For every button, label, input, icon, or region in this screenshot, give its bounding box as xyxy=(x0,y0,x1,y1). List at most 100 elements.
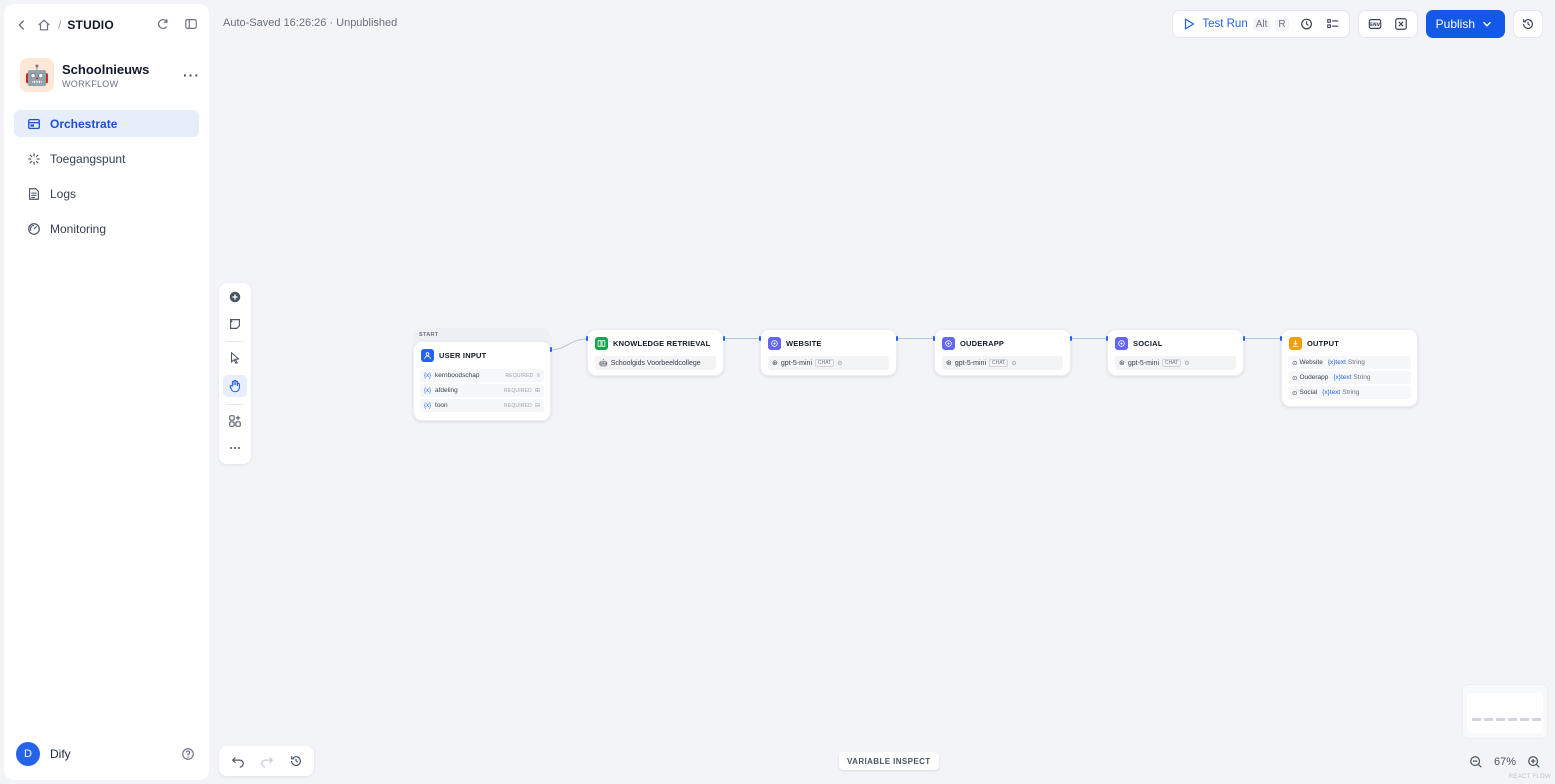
start-node-wrapper[interactable]: START USER INPUT {x} kernboodschap REQUI… xyxy=(413,328,551,421)
output-variable-row[interactable]: ⊙ Ouderapp {x}text String xyxy=(1288,371,1411,384)
input-port[interactable] xyxy=(933,336,935,341)
variable-prefix: {x} xyxy=(424,372,432,379)
avatar[interactable]: D xyxy=(16,742,40,766)
knowledge-icon xyxy=(595,337,608,350)
chevron-down-icon xyxy=(1479,16,1495,32)
zoom-out-icon[interactable] xyxy=(1468,754,1484,770)
output-type: String xyxy=(1353,374,1371,381)
checklist-icon[interactable] xyxy=(1325,16,1341,32)
canvas-toolbar xyxy=(219,283,251,464)
node-ref-icon: ⊙ xyxy=(1292,359,1298,367)
model-settings-icon: ⚙ xyxy=(1184,360,1190,367)
node-ref-icon: ⊙ xyxy=(1292,374,1298,382)
user-input-node[interactable]: USER INPUT {x} kernboodschap REQUIRED ≡ … xyxy=(413,341,551,421)
home-icon[interactable] xyxy=(36,17,52,33)
model-mode-tag: CHAT xyxy=(815,359,835,367)
refresh-icon[interactable] xyxy=(155,16,171,32)
llm-icon xyxy=(768,337,781,350)
dataset-icon: 🤖 xyxy=(599,360,608,367)
access-point-icon xyxy=(26,151,42,167)
env-icon[interactable]: ENV xyxy=(1367,16,1383,32)
edge-start-knowledge xyxy=(550,338,588,352)
history-icon xyxy=(1520,16,1536,32)
add-note-icon[interactable] xyxy=(227,316,243,332)
sidebar-item-monitoring[interactable]: Monitoring xyxy=(14,215,199,242)
input-port[interactable] xyxy=(759,336,761,341)
app-type: WORKFLOW xyxy=(62,78,119,89)
input-port[interactable] xyxy=(1280,336,1282,341)
variable-prefix: {x} xyxy=(424,402,432,409)
output-port[interactable] xyxy=(1070,336,1072,341)
react-flow-attribution: REACT FLOW xyxy=(1508,774,1551,780)
redo-icon[interactable] xyxy=(259,753,275,769)
history-check-icon[interactable] xyxy=(1299,16,1315,32)
version-history-button[interactable] xyxy=(1513,10,1543,38)
input-port[interactable] xyxy=(586,336,588,341)
model-selector: ⊛ gpt-5-mini CHAT ⚙ xyxy=(768,356,889,370)
sidebar-item-label: Toegangspunt xyxy=(50,151,126,166)
start-label: START xyxy=(419,332,439,338)
input-port[interactable] xyxy=(1106,336,1108,341)
node-title: USER INPUT xyxy=(439,351,487,360)
variable-icon[interactable] xyxy=(1393,16,1409,32)
model-name: gpt-5-mini xyxy=(954,359,986,367)
change-history-icon[interactable] xyxy=(288,753,304,769)
required-tag: REQUIRED xyxy=(505,372,534,379)
openai-icon: ⊛ xyxy=(772,360,778,367)
sidebar-item-toegangspunt[interactable]: Toegangspunt xyxy=(14,145,199,172)
model-mode-tag: CHAT xyxy=(989,359,1009,367)
website-llm-node[interactable]: WEBSITE ⊛ gpt-5-mini CHAT ⚙ xyxy=(760,329,897,376)
history-controls xyxy=(219,746,314,776)
output-variable-row[interactable]: ⊙ Social {x}text String xyxy=(1288,386,1411,399)
zoom-level[interactable]: 67% xyxy=(1494,756,1516,768)
undo-icon[interactable] xyxy=(230,753,246,769)
input-field-row[interactable]: {x} afdeling REQUIRED ⊞ xyxy=(420,384,544,397)
sidebar-item-logs[interactable]: Logs xyxy=(14,180,199,207)
breadcrumb-separator: / xyxy=(58,18,62,32)
autosave-status: Auto-Saved 16:26:26 · Unpublished xyxy=(223,17,398,29)
test-run-button[interactable]: Test Run Alt R xyxy=(1181,16,1289,32)
output-port[interactable] xyxy=(896,336,898,341)
model-name: gpt-5-mini xyxy=(1127,359,1159,367)
zoom-controls: 67% xyxy=(1462,748,1548,776)
output-port[interactable] xyxy=(723,336,725,341)
monitoring-icon xyxy=(26,221,42,237)
output-variable: {x}text xyxy=(1322,389,1341,396)
publish-label: Publish xyxy=(1435,17,1475,31)
node-title: SOCIAL xyxy=(1133,339,1163,348)
edge-website-ouderapp xyxy=(898,338,933,339)
help-icon[interactable] xyxy=(180,746,196,762)
input-field-row[interactable]: {x} kernboodschap REQUIRED ≡ xyxy=(420,369,544,382)
social-llm-node[interactable]: SOCIAL ⊛ gpt-5-mini CHAT ⚙ xyxy=(1107,329,1244,376)
svg-text:ENV: ENV xyxy=(1370,22,1381,28)
chevron-left-icon[interactable] xyxy=(14,17,30,33)
knowledge-retrieval-node[interactable]: KNOWLEDGE RETRIEVAL 🤖 Schoolgids Voorbee… xyxy=(587,329,724,376)
output-port[interactable] xyxy=(550,347,552,352)
env-group: ENV xyxy=(1357,10,1418,38)
add-node-icon[interactable] xyxy=(227,289,243,305)
more-options-icon[interactable]: ··· xyxy=(183,67,200,83)
sidebar-item-label: Monitoring xyxy=(50,221,107,236)
sidebar-collapse-icon[interactable] xyxy=(183,16,199,32)
breadcrumb-studio[interactable]: STUDIO xyxy=(67,18,114,32)
output-node[interactable]: OUTPUT ⊙ Website {x}text String ⊙ Oudera… xyxy=(1281,329,1418,407)
field-name: afdeling xyxy=(435,387,458,394)
input-field-row[interactable]: {x} toon REQUIRED ⊟ xyxy=(420,399,544,412)
zoom-in-icon[interactable] xyxy=(1526,754,1542,770)
minimap[interactable] xyxy=(1462,684,1548,739)
variable-inspect-button[interactable]: VARIABLE INSPECT xyxy=(839,752,939,770)
user-name[interactable]: Dify xyxy=(50,747,71,761)
more-tools-icon[interactable] xyxy=(227,440,243,456)
publish-button[interactable]: Publish xyxy=(1425,10,1505,38)
pointer-icon[interactable] xyxy=(227,350,243,366)
knowledge-dataset: 🤖 Schoolgids Voorbeeldcollege xyxy=(595,356,716,370)
edge-social-output xyxy=(1245,338,1280,339)
ouderapp-llm-node[interactable]: OUDERAPP ⊛ gpt-5-mini CHAT ⚙ xyxy=(934,329,1071,376)
sidebar-item-orchestrate[interactable]: Orchestrate xyxy=(14,110,199,137)
paragraph-type-icon: ≡ xyxy=(536,372,540,379)
hand-icon[interactable] xyxy=(223,375,247,397)
output-variable-row[interactable]: ⊙ Website {x}text String xyxy=(1288,356,1411,369)
output-port[interactable] xyxy=(1243,336,1245,341)
model-name: gpt-5-mini xyxy=(780,359,812,367)
organize-blocks-icon[interactable] xyxy=(227,413,243,429)
